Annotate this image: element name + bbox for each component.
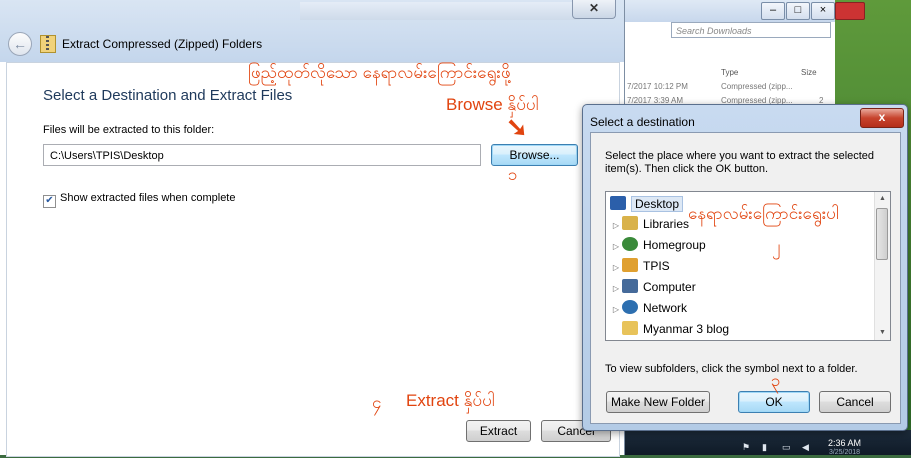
scroll-down-icon[interactable]: ▼ xyxy=(875,326,890,340)
system-clock[interactable]: 2:36 AM 3/25/2018 xyxy=(828,438,861,458)
clock-date: 3/25/2018 xyxy=(828,449,861,456)
tree-item-homegroup[interactable]: ▷ Homegroup xyxy=(610,235,706,255)
tree-scrollbar[interactable]: ▲ ▼ xyxy=(874,192,890,340)
annotation-choose-here: နေရာလမ်းကြောင်းရွေးပါ xyxy=(688,204,839,223)
arrow-icon: ➘ xyxy=(506,112,528,142)
tree-item-computer[interactable]: ▷ Computer xyxy=(610,277,696,297)
cancel-button[interactable]: Cancel xyxy=(819,391,891,413)
select-destination-dialog: Select a destination x Select the place … xyxy=(582,104,908,431)
explorer-search-input[interactable]: Search Downloads xyxy=(671,22,831,38)
list-item-date[interactable]: 7/2017 10:12 PM xyxy=(627,82,688,91)
tree-item-myanmar-blog[interactable]: Myanmar 3 blog xyxy=(610,319,729,339)
clock-time: 2:36 AM xyxy=(828,438,862,448)
annotation-step-3: ၃ xyxy=(771,371,781,390)
maximize-icon[interactable]: □ xyxy=(786,2,810,20)
scrollbar-thumb[interactable] xyxy=(876,208,888,260)
dialog-content: Select a Destination and Extract Files F… xyxy=(6,62,620,457)
tree-item-label: Homegroup xyxy=(643,238,706,252)
user-folder-icon xyxy=(622,258,638,272)
annotation-step-4: ၄ xyxy=(372,393,382,412)
network-icon[interactable]: ▮ xyxy=(762,442,767,453)
column-header-size[interactable]: Size xyxy=(801,68,817,77)
minimize-icon[interactable]: – xyxy=(761,2,785,20)
expand-icon[interactable]: ▷ xyxy=(610,300,622,320)
tree-item-libraries[interactable]: ▷ Libraries xyxy=(610,214,689,234)
dialog-header: ✕ ← Extract Compressed (Zipped) Folders xyxy=(0,0,624,62)
tree-item-network[interactable]: ▷ Network xyxy=(610,298,687,318)
tree-item-label: Network xyxy=(643,301,688,315)
expand-icon[interactable]: ▷ xyxy=(610,216,622,236)
dialog-title: Extract Compressed (Zipped) Folders xyxy=(62,37,263,51)
zip-folder-icon xyxy=(40,35,56,53)
close-icon[interactable] xyxy=(835,2,865,20)
annotation-choose-location: ဖြည့်ထုတ်လိုသော နေရာလမ်းကြောင်းရွေးဖို့ xyxy=(248,63,511,82)
annotation-extract-hint: Extract နှိပ်ပါ xyxy=(406,391,495,410)
volume-icon[interactable]: ◀ xyxy=(802,442,809,453)
battery-icon[interactable]: ▭ xyxy=(782,442,791,453)
instructions-text: Select the place where you want to extra… xyxy=(605,150,875,175)
destination-path-input[interactable]: C:\Users\TPIS\Desktop xyxy=(43,144,481,166)
tree-item-label: TPIS xyxy=(643,259,670,273)
folder-icon xyxy=(622,321,638,335)
tree-item-label: Libraries xyxy=(643,217,690,231)
list-item-type: Compressed (zipp... xyxy=(721,82,793,91)
close-button[interactable]: x xyxy=(860,108,904,128)
close-icon[interactable]: × xyxy=(811,2,835,20)
folder-label: Files will be extracted to this folder: xyxy=(43,124,215,136)
page-title: Select a Destination and Extract Files xyxy=(43,87,293,104)
extract-button[interactable]: Extract xyxy=(466,420,531,442)
close-icon[interactable]: ✕ xyxy=(572,0,616,19)
desktop-icon xyxy=(610,196,626,210)
background-explorer-window: – □ × Search Downloads Type Size 7/2017 … xyxy=(590,0,836,120)
tree-item-label: Computer xyxy=(643,280,696,294)
annotation-step-2: ၂ xyxy=(772,237,781,256)
homegroup-icon xyxy=(622,237,638,251)
flag-icon[interactable]: ⚑ xyxy=(742,442,750,453)
browse-button[interactable]: Browse... xyxy=(491,144,578,166)
back-arrow-icon[interactable]: ← xyxy=(8,32,32,56)
expand-icon[interactable]: ▷ xyxy=(610,237,622,257)
tree-item-label: Myanmar 3 blog xyxy=(643,322,730,336)
tree-item-tpis[interactable]: ▷ TPIS xyxy=(610,256,670,276)
scroll-up-icon[interactable]: ▲ xyxy=(875,192,890,206)
expand-icon[interactable]: ▷ xyxy=(610,258,622,278)
make-new-folder-button[interactable]: Make New Folder xyxy=(606,391,710,413)
subfolder-hint: To view subfolders, click the symbol nex… xyxy=(605,363,858,375)
taskbar: ⚑ ▮ ▭ ◀ 2:36 AM 3/25/2018 xyxy=(590,430,911,458)
dialog-body: Select the place where you want to extra… xyxy=(590,132,901,424)
show-files-row[interactable]: ✔ Show extracted files when complete xyxy=(43,192,235,208)
expand-icon[interactable]: ▷ xyxy=(610,279,622,299)
show-files-checkbox[interactable]: ✔ xyxy=(43,195,56,208)
network-icon xyxy=(622,300,638,314)
dialog-title: Select a destination xyxy=(590,115,695,129)
column-header-type[interactable]: Type xyxy=(721,68,738,77)
annotation-step-1: ၁ xyxy=(508,165,518,184)
tree-item-desktop[interactable]: Desktop xyxy=(610,194,684,214)
tree-item-label: Desktop xyxy=(631,196,684,212)
computer-icon xyxy=(622,279,638,293)
libraries-icon xyxy=(622,216,638,230)
show-files-label: Show extracted files when complete xyxy=(60,192,236,204)
